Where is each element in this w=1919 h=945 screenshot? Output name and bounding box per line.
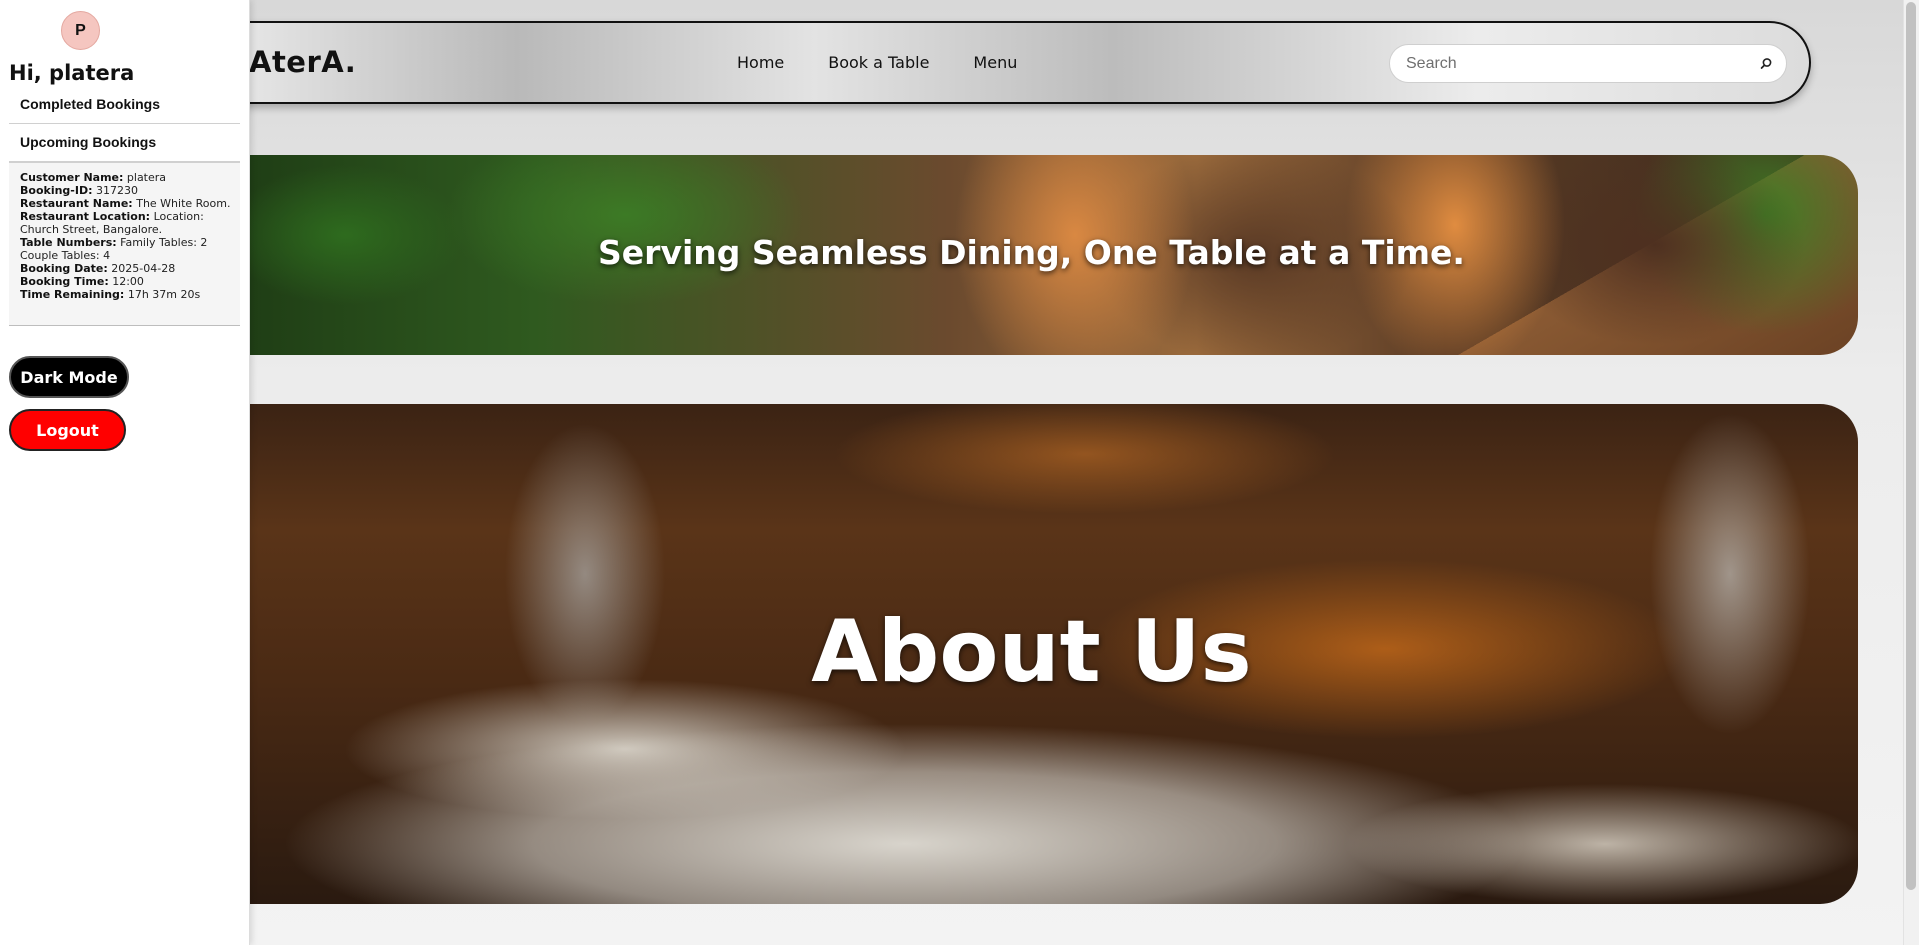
- booking-id-value: 317230: [95, 184, 138, 197]
- nav-link-home[interactable]: Home: [737, 53, 784, 72]
- restaurant-location-label: Restaurant Location:: [20, 210, 151, 223]
- search-input[interactable]: [1404, 53, 1744, 75]
- logout-button[interactable]: Logout: [9, 409, 126, 451]
- avatar[interactable]: P: [61, 11, 100, 50]
- brand-logo[interactable]: AterA.: [249, 45, 356, 79]
- time-remaining-row: Time Remaining: 17h 37m 20s: [20, 288, 232, 301]
- customer-name-row: Customer Name: platera: [20, 171, 232, 184]
- dark-mode-button[interactable]: Dark Mode: [9, 356, 129, 398]
- restaurant-name-label: Restaurant Name:: [20, 197, 133, 210]
- booking-time-row: Booking Time: 12:00: [20, 275, 232, 288]
- booking-date-row: Booking Date: 2025-04-28: [20, 262, 232, 275]
- booking-id-row: Booking-ID: 317230: [20, 184, 232, 197]
- restaurant-location-row: Restaurant Location: Location: Church St…: [20, 210, 232, 236]
- nav-links: Home Book a Table Menu: [737, 53, 1017, 72]
- completed-bookings-tab[interactable]: Completed Bookings: [9, 96, 240, 124]
- search-box: [1389, 44, 1787, 83]
- restaurant-name-value: The White Room.: [136, 197, 231, 210]
- table-numbers-label: Table Numbers:: [20, 236, 117, 249]
- time-remaining-label: Time Remaining:: [20, 288, 125, 301]
- nav-link-book-a-table[interactable]: Book a Table: [828, 53, 929, 72]
- booking-details-card: Customer Name: platera Booking-ID: 31723…: [9, 162, 240, 326]
- booking-id-label: Booking-ID:: [20, 184, 93, 197]
- booking-date-label: Booking Date:: [20, 262, 108, 275]
- top-navbar: AterA. Home Book a Table Menu: [150, 21, 1811, 104]
- scrollbar-thumb[interactable]: [1906, 2, 1916, 890]
- tagline-banner: Serving Seamless Dining, One Table at a …: [205, 155, 1858, 355]
- table-numbers-row: Table Numbers: Family Tables: 2 Couple T…: [20, 236, 232, 262]
- search-icon[interactable]: [1758, 56, 1774, 72]
- restaurant-name-row: Restaurant Name: The White Room.: [20, 197, 232, 210]
- user-sidebar: P Hi, platera Completed Bookings Upcomin…: [0, 0, 250, 945]
- about-heading: About Us: [811, 602, 1252, 702]
- page-scrollbar[interactable]: [1903, 0, 1919, 945]
- customer-name-label: Customer Name:: [20, 171, 124, 184]
- upcoming-bookings-tab[interactable]: Upcoming Bookings: [9, 134, 240, 162]
- tagline-heading: Serving Seamless Dining, One Table at a …: [598, 233, 1465, 272]
- customer-name-value: platera: [126, 171, 167, 184]
- nav-link-menu[interactable]: Menu: [973, 53, 1017, 72]
- about-banner: About Us: [205, 404, 1858, 904]
- booking-date-value: 2025-04-28: [111, 262, 176, 275]
- user-greeting: Hi, platera: [9, 61, 135, 85]
- booking-time-label: Booking Time:: [20, 275, 109, 288]
- booking-time-value: 12:00: [112, 275, 144, 288]
- time-remaining-value: 17h 37m 20s: [127, 288, 201, 301]
